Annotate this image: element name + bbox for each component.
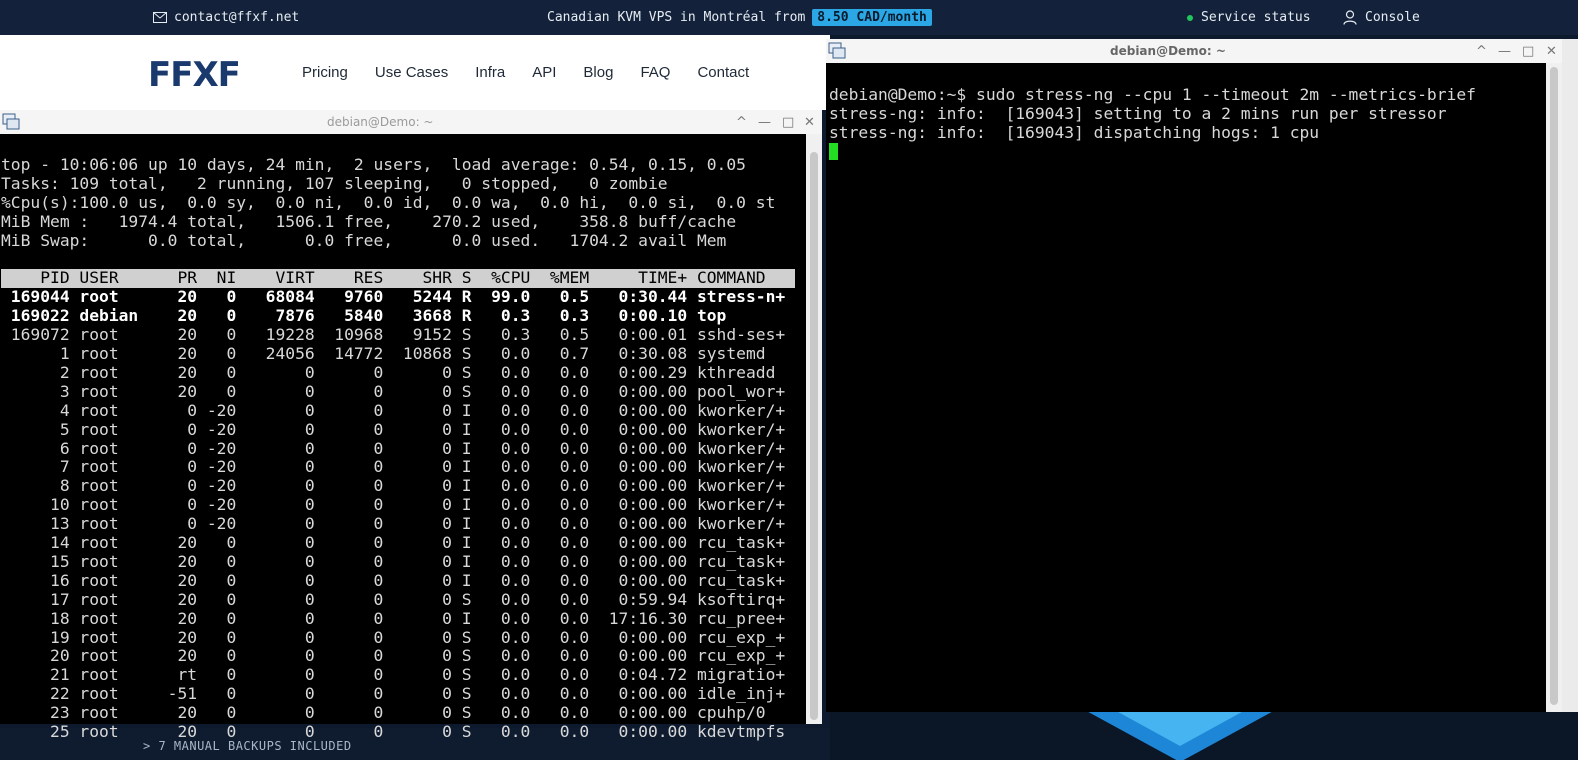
top-summary-line: MiB Mem : 1974.4 total, 1506.1 free, 270… (1, 211, 737, 231)
terminal-titlebar[interactable]: debian@Demo: ~ ^ — □ ✕ (826, 39, 1578, 63)
stress-output: debian@Demo:~$ sudo stress-ng --cpu 1 --… (829, 67, 1476, 162)
chevron-up-icon[interactable]: ^ (1476, 39, 1487, 63)
decor-shape-inner (1100, 712, 1260, 746)
nav-contact[interactable]: Contact (697, 64, 749, 81)
nav-faq[interactable]: FAQ (640, 64, 670, 81)
process-row: 14 root 20 0 0 0 0 I 0.0 0.0 0:00.00 rcu… (1, 533, 786, 553)
minimize-icon[interactable]: — (1498, 39, 1511, 63)
service-status-link[interactable]: Service status (1187, 0, 1311, 35)
terminal-line: stress-ng: info: [169043] dispatching ho… (829, 122, 1320, 142)
process-row: 7 root 0 -20 0 0 0 I 0.0 0.0 0:00.00 kwo… (1, 457, 786, 477)
process-row: 16 root 20 0 0 0 0 I 0.0 0.0 0:00.00 rcu… (1, 570, 786, 590)
user-icon (1343, 10, 1357, 25)
top-summary-line: %Cpu(s):100.0 us, 0.0 sy, 0.0 ni, 0.0 id… (1, 192, 776, 212)
process-row: 20 root 20 0 0 0 0 S 0.0 0.0 0:00.00 rcu… (1, 646, 786, 666)
top-blank-line (1, 250, 795, 269)
decorative-graphic (830, 712, 1578, 760)
status-dot-icon (1187, 14, 1193, 21)
close-icon[interactable]: ✕ (1546, 39, 1557, 63)
contact-email: contact@ffxf.net (174, 10, 300, 25)
mail-icon (153, 12, 167, 23)
process-row: 2 root 20 0 0 0 0 S 0.0 0.0 0:00.29 kthr… (1, 362, 776, 382)
process-row: 4 root 0 -20 0 0 0 I 0.0 0.0 0:00.00 kwo… (1, 400, 786, 420)
terminal-icon (2, 113, 20, 130)
terminal-icon (828, 42, 846, 59)
terminal-title: debian@Demo: ~ (327, 115, 434, 129)
terminal-titlebar[interactable]: debian@Demo: ~ ^ — □ ✕ (0, 110, 822, 134)
minimize-icon[interactable]: — (758, 110, 771, 134)
top-summary-line: Tasks: 109 total, 2 running, 107 sleepin… (1, 173, 668, 193)
process-row: 8 root 0 -20 0 0 0 I 0.0 0.0 0:00.00 kwo… (1, 476, 786, 496)
cursor-line (829, 142, 1476, 162)
promo-bar: contact@ffxf.net Canadian KVM VPS in Mon… (0, 0, 1578, 35)
terminal-line: debian@Demo:~$ sudo stress-ng --cpu 1 --… (829, 84, 1476, 104)
promo-text: Canadian KVM VPS in Montréal from 8.50 C… (547, 0, 932, 35)
console-link[interactable]: Console (1343, 0, 1420, 35)
process-row: 169072 root 20 0 19228 10968 9152 S 0.3 … (1, 325, 786, 345)
close-icon[interactable]: ✕ (804, 110, 815, 134)
process-row: 169022 debian 20 0 7876 5840 3668 R 0.3 … (1, 306, 727, 326)
process-row: 18 root 20 0 0 0 0 I 0.0 0.0 17:16.30 rc… (1, 608, 786, 628)
process-row: 5 root 0 -20 0 0 0 I 0.0 0.0 0:00.00 kwo… (1, 419, 786, 439)
terminal-window-top[interactable]: debian@Demo: ~ ^ — □ ✕ top - 10:06:06 up… (0, 110, 822, 741)
site-header: FFXF Pricing Use Cases Infra API Blog FA… (0, 35, 830, 110)
process-row: 17 root 20 0 0 0 0 S 0.0 0.0 0:59.94 kso… (1, 589, 786, 609)
nav-blog[interactable]: Blog (583, 64, 613, 81)
process-row: 1 root 20 0 24056 14772 10868 S 0.0 0.7 … (1, 343, 766, 363)
terminal-title: debian@Demo: ~ (1110, 44, 1226, 58)
nav-infra[interactable]: Infra (475, 64, 505, 81)
process-row: 169044 root 20 0 68084 9760 5244 R 99.0 … (1, 287, 786, 307)
chevron-up-icon[interactable]: ^ (736, 110, 747, 134)
top-summary-line: MiB Swap: 0.0 total, 0.0 free, 0.0 used.… (1, 230, 727, 250)
top-summary-line: top - 10:06:06 up 10 days, 24 min, 2 use… (1, 154, 746, 174)
process-row: 21 root rt 0 0 0 0 S 0.0 0.0 0:04.72 mig… (1, 665, 786, 685)
contact-link[interactable]: contact@ffxf.net (153, 0, 299, 35)
service-status-label: Service status (1201, 10, 1311, 25)
maximize-icon[interactable]: □ (1522, 39, 1534, 63)
process-row: 3 root 20 0 0 0 0 S 0.0 0.0 0:00.00 pool… (1, 381, 786, 401)
console-label: Console (1365, 10, 1420, 25)
top-output: top - 10:06:06 up 10 days, 24 min, 2 use… (1, 137, 795, 742)
process-row: 15 root 20 0 0 0 0 I 0.0 0.0 0:00.00 rcu… (1, 551, 786, 571)
main-nav: Pricing Use Cases Infra API Blog FAQ Con… (302, 35, 776, 110)
process-table-header: PID USER PR NI VIRT RES SHR S %CPU %MEM … (1, 268, 795, 289)
nav-api[interactable]: API (532, 64, 556, 81)
process-row: 19 root 20 0 0 0 0 S 0.0 0.0 0:00.00 rcu… (1, 627, 786, 647)
maximize-icon[interactable]: □ (782, 110, 794, 134)
promo-label: Canadian KVM VPS in Montréal from (547, 10, 806, 25)
process-row: 22 root -51 0 0 0 0 S 0.0 0.0 0:00.00 id… (1, 684, 786, 704)
process-table: 169044 root 20 0 68084 9760 5244 R 99.0 … (1, 287, 795, 742)
process-row: 6 root 0 -20 0 0 0 I 0.0 0.0 0:00.00 kwo… (1, 438, 786, 458)
process-row: 23 root 20 0 0 0 0 S 0.0 0.0 0:00.00 cpu… (1, 703, 766, 723)
terminal-line: stress-ng: info: [169043] setting to a 2… (829, 103, 1447, 123)
scrollbar-thumb[interactable] (810, 152, 818, 720)
nav-pricing[interactable]: Pricing (302, 64, 348, 81)
nav-use-cases[interactable]: Use Cases (375, 64, 448, 81)
process-row: 25 root 20 0 0 0 0 S 0.0 0.0 0:00.00 kde… (1, 722, 786, 742)
site-logo[interactable]: FFXF (148, 55, 241, 95)
price-badge: 8.50 CAD/month (812, 9, 932, 26)
process-row: 13 root 0 -20 0 0 0 I 0.0 0.0 0:00.00 kw… (1, 514, 786, 534)
window-edge (1562, 39, 1578, 712)
scrollbar[interactable] (1546, 63, 1562, 712)
scrollbar[interactable] (806, 134, 822, 724)
terminal-window-stress[interactable]: debian@Demo: ~ ^ — □ ✕ debian@Demo:~$ su… (826, 39, 1578, 712)
terminal-cursor (829, 142, 838, 160)
process-row: 10 root 0 -20 0 0 0 I 0.0 0.0 0:00.00 kw… (1, 495, 786, 515)
scrollbar-thumb[interactable] (1550, 67, 1558, 705)
